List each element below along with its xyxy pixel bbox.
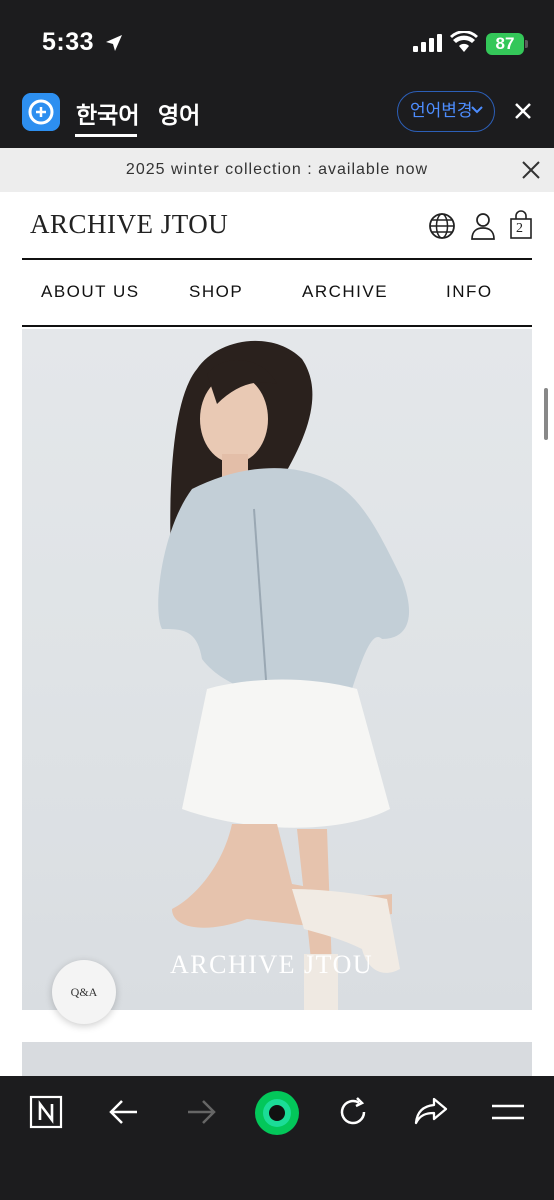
target-language-tab[interactable]: 영어 <box>158 96 200 130</box>
nav-about-us[interactable]: ABOUT US <box>41 282 140 302</box>
hero-overlay-logo: ARCHIVE JTOU <box>170 950 374 979</box>
naver-home-icon[interactable] <box>29 1095 63 1129</box>
globe-icon[interactable] <box>428 212 456 240</box>
share-icon[interactable] <box>414 1096 448 1126</box>
page-scrollbar[interactable] <box>544 388 548 440</box>
status-time: 5:33 <box>42 28 95 56</box>
forward-arrow-icon[interactable] <box>185 1098 217 1126</box>
close-banner-icon[interactable] <box>521 160 541 180</box>
green-dot-icon[interactable] <box>254 1090 300 1136</box>
translate-bar: 한국어 영어 언어변경 <box>0 88 554 148</box>
location-arrow-icon <box>106 35 122 51</box>
battery-indicator: 87 <box>486 33 528 55</box>
change-language-button[interactable]: 언어변경 <box>397 91 495 132</box>
reload-icon[interactable] <box>337 1096 369 1128</box>
web-page: 2025 winter collection : available now A… <box>0 148 554 1076</box>
site-logo[interactable]: ARCHIVE JTOU <box>30 209 228 240</box>
header-divider <box>22 258 532 260</box>
active-tab-indicator <box>75 134 137 137</box>
nav-archive[interactable]: ARCHIVE <box>302 282 388 302</box>
cellular-signal-icon <box>413 34 442 52</box>
nav-divider <box>22 325 532 327</box>
papago-app-icon <box>22 93 60 131</box>
wifi-icon <box>450 31 478 52</box>
browser-toolbar <box>0 1076 554 1200</box>
menu-icon[interactable] <box>491 1102 525 1122</box>
model-photo <box>158 340 410 1010</box>
hero-image[interactable] <box>22 329 532 1010</box>
status-bar: 5:33 87 <box>0 0 554 88</box>
banner-text: 2025 winter collection : available now <box>125 161 429 178</box>
back-arrow-icon[interactable] <box>108 1098 140 1126</box>
account-icon[interactable] <box>470 212 496 240</box>
nav-info[interactable]: INFO <box>446 282 493 302</box>
cart-count: 2 <box>516 221 523 236</box>
qna-button[interactable]: Q&A <box>52 960 116 1024</box>
chevron-down-icon <box>471 106 483 114</box>
next-section-image[interactable] <box>22 1042 532 1076</box>
change-language-label: 언어변경 <box>410 101 473 120</box>
close-translate-icon[interactable] <box>512 100 534 122</box>
source-language-tab[interactable]: 한국어 <box>76 96 139 130</box>
nav-shop[interactable]: SHOP <box>189 282 243 302</box>
announcement-banner: 2025 winter collection : available now <box>0 148 554 192</box>
